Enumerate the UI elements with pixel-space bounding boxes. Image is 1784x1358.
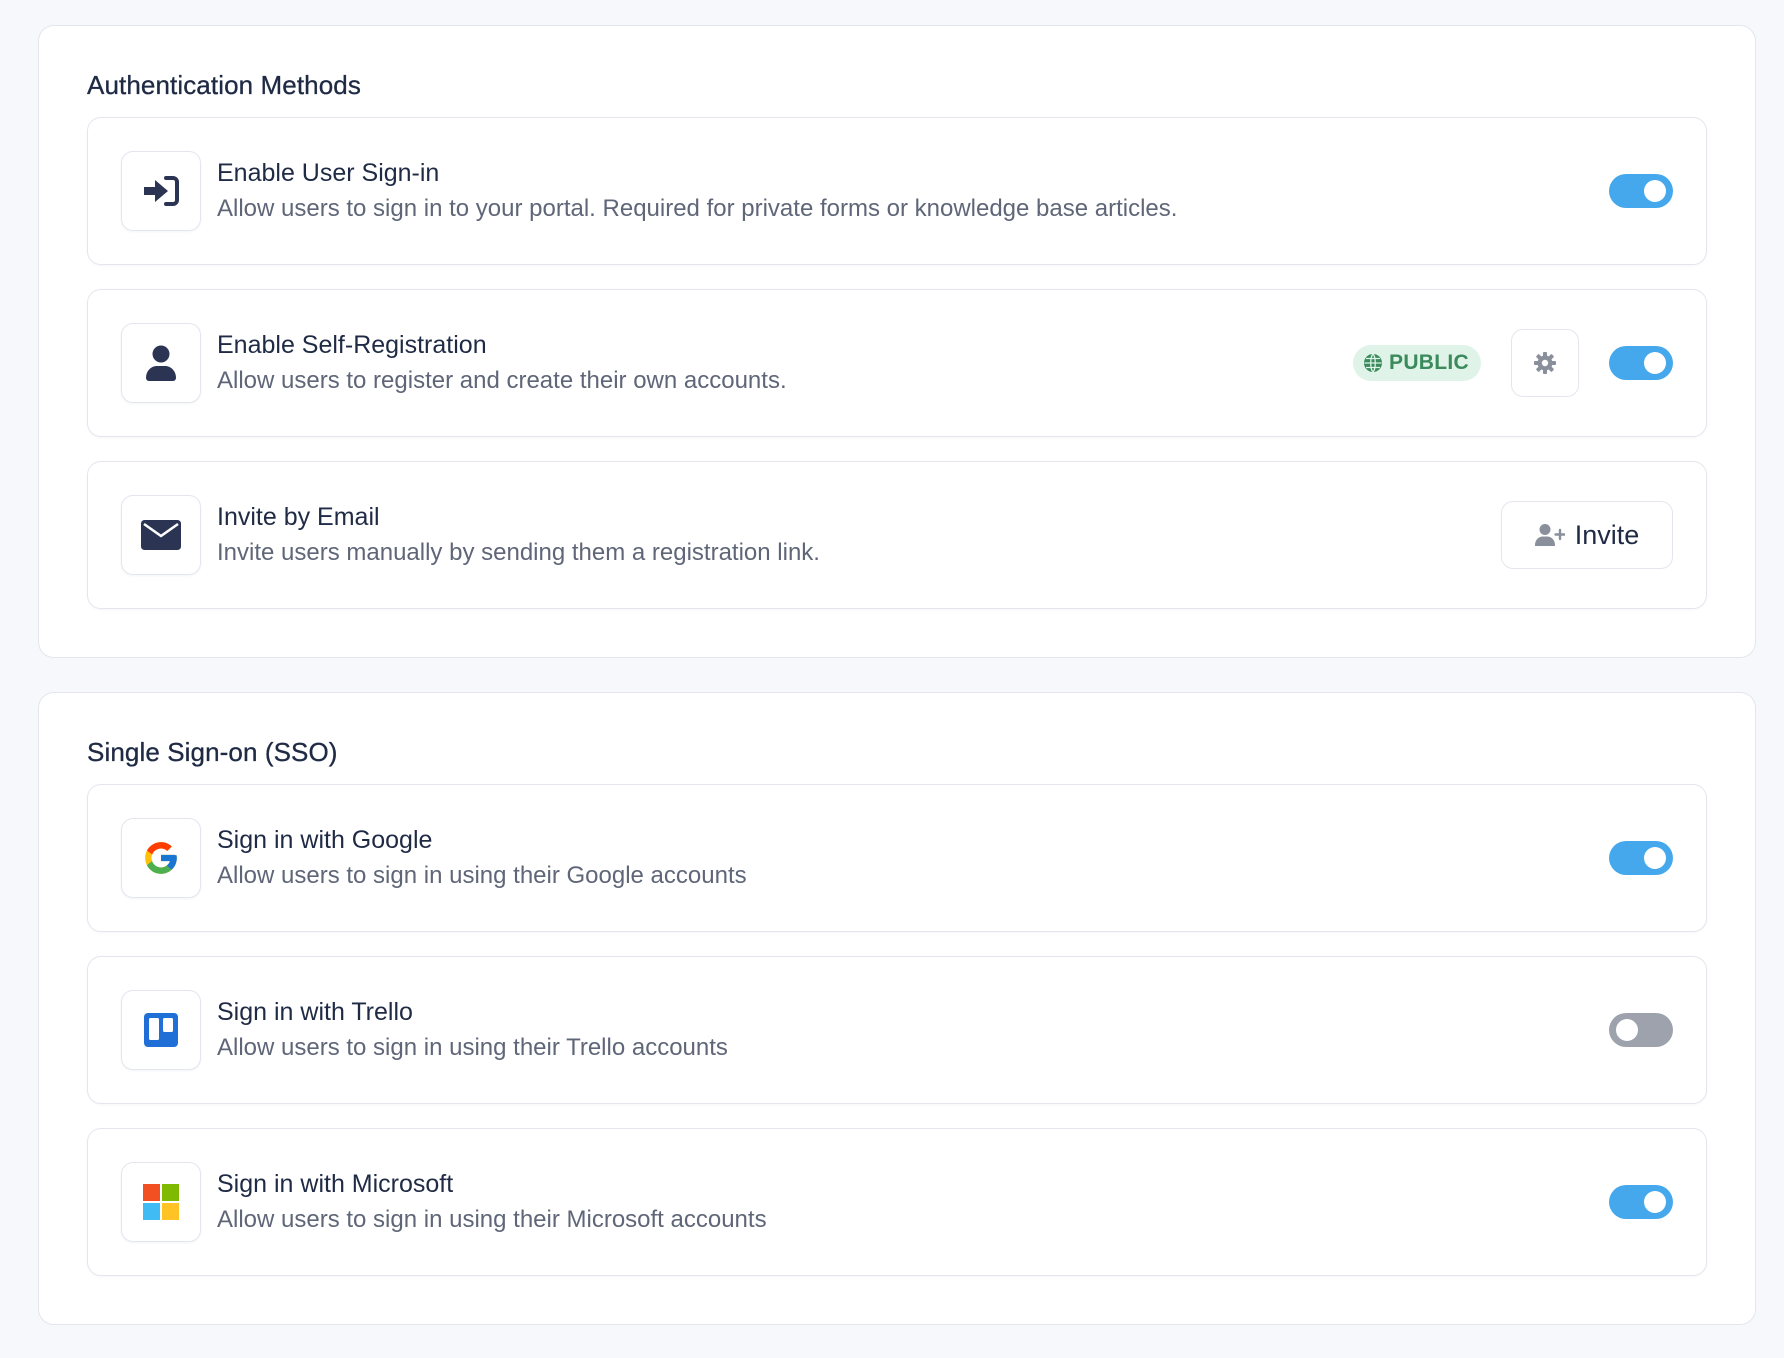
badge-label: PUBLIC — [1389, 351, 1469, 374]
card-title: Enable Self-Registration — [217, 331, 487, 360]
envelope-icon — [121, 495, 201, 575]
invite-button-label: Invite — [1574, 519, 1640, 550]
card-invite-by-email: Invite by Email Invite users manually by… — [87, 461, 1707, 609]
card-description: Allow users to sign in using their Trell… — [217, 1034, 728, 1062]
card-enable-user-sign-in: Enable User Sign-in Allow users to sign … — [87, 117, 1707, 265]
card-sign-in-trello: Sign in with Trello Allow users to sign … — [87, 956, 1707, 1104]
section-title: Single Sign-on (SSO) — [87, 737, 338, 767]
card-description: Allow users to sign in using their Googl… — [217, 862, 747, 890]
card-enable-self-registration: Enable Self-Registration Allow users to … — [87, 289, 1707, 437]
card-description: Invite users manually by sending them a … — [217, 539, 820, 567]
card-sign-in-google: Sign in with Google Allow users to sign … — [87, 784, 1707, 932]
google-logo-icon — [121, 818, 201, 898]
settings-page: Authentication Methods Enable User Sign-… — [0, 0, 1784, 1358]
invite-button[interactable]: Invite — [1501, 501, 1673, 569]
card-description: Allow users to sign in to your portal. R… — [217, 195, 1178, 223]
enable-user-sign-in-toggle[interactable] — [1609, 174, 1673, 208]
sign-in-icon — [121, 151, 201, 231]
user-plus-icon — [1534, 523, 1565, 547]
user-icon — [121, 323, 201, 403]
trello-logo-icon — [121, 990, 201, 1070]
card-title: Sign in with Microsoft — [217, 1170, 454, 1199]
sso-section: Single Sign-on (SSO) Sign in with Google… — [38, 692, 1756, 1325]
sign-in-google-toggle[interactable] — [1609, 841, 1673, 875]
section-title: Authentication Methods — [87, 70, 361, 100]
card-title: Sign in with Google — [217, 826, 433, 855]
card-title: Sign in with Trello — [217, 998, 413, 1027]
self-registration-settings-button[interactable] — [1511, 329, 1579, 397]
card-sign-in-microsoft: Sign in with Microsoft Allow users to si… — [87, 1128, 1707, 1276]
card-description: Allow users to register and create their… — [217, 367, 787, 395]
card-title: Enable User Sign-in — [217, 159, 440, 188]
card-description: Allow users to sign in using their Micro… — [217, 1206, 767, 1234]
gear-icon — [1533, 351, 1557, 375]
public-badge: PUBLIC — [1353, 345, 1481, 381]
auth-methods-section: Authentication Methods Enable User Sign-… — [38, 25, 1756, 658]
sign-in-microsoft-toggle[interactable] — [1609, 1185, 1673, 1219]
card-title: Invite by Email — [217, 503, 380, 532]
microsoft-logo-icon — [121, 1162, 201, 1242]
globe-icon — [1363, 353, 1383, 373]
sign-in-trello-toggle[interactable] — [1609, 1013, 1673, 1047]
enable-self-registration-toggle[interactable] — [1609, 346, 1673, 380]
